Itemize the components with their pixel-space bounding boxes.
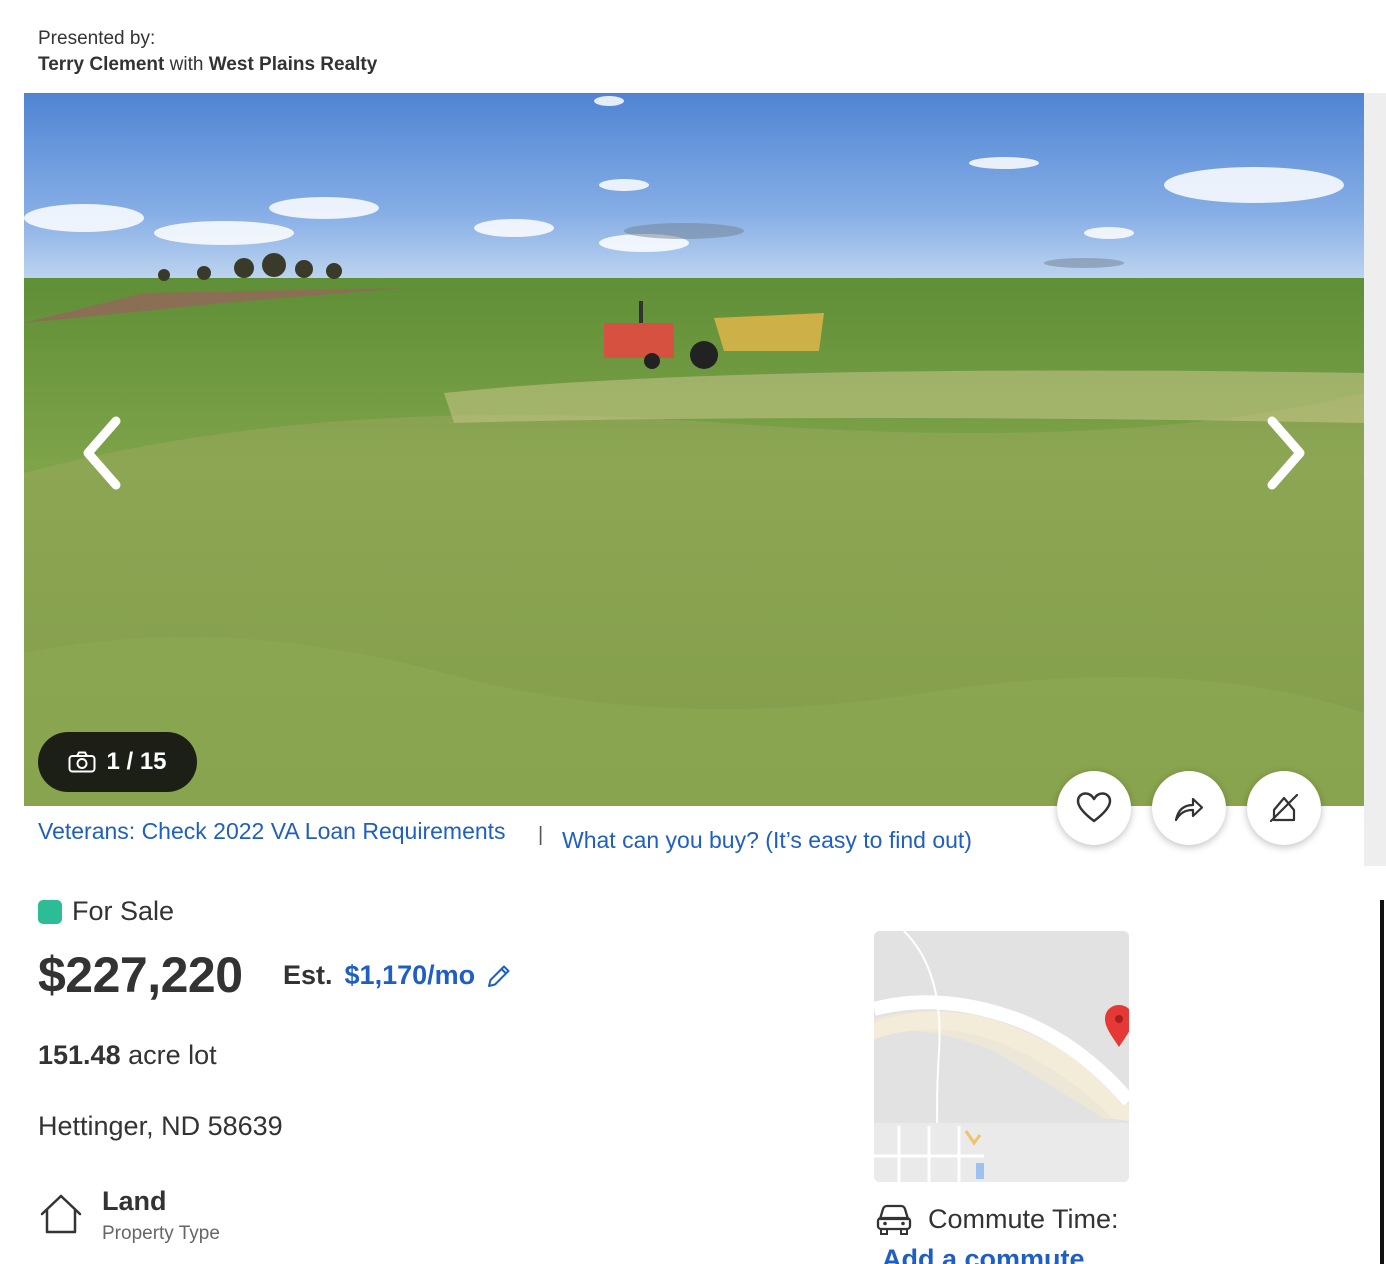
buying-power-link[interactable]: What can you buy? (It’s easy to find out…	[562, 827, 972, 854]
brokerage-name: West Plains Realty	[208, 54, 378, 75]
presented-by: Presented by: Terry Clement with West Pl…	[38, 26, 377, 78]
pencil-icon[interactable]	[485, 962, 513, 990]
property-type-label: Property Type	[102, 1223, 220, 1244]
scrollbar-track[interactable]	[1364, 93, 1386, 866]
lot-size-unit: acre lot	[128, 1040, 217, 1070]
property-type: Land Property Type	[38, 1186, 220, 1245]
listing-photo[interactable]	[24, 93, 1364, 806]
hide-icon	[1269, 793, 1299, 823]
house-icon	[40, 1194, 82, 1234]
va-loan-link[interactable]: Veterans: Check 2022 VA Loan Requirement…	[38, 818, 506, 845]
favorite-button[interactable]	[1057, 771, 1131, 845]
property-type-value: Land	[102, 1186, 167, 1216]
agent-name: Terry Clement	[38, 54, 165, 75]
heart-icon	[1076, 792, 1112, 823]
map-thumbnail[interactable]	[874, 931, 1129, 1182]
presented-with: with	[169, 54, 204, 75]
status-label: For Sale	[72, 896, 175, 926]
page-divider	[1380, 900, 1384, 1264]
lot-size: 151.48 acre lot	[38, 1040, 217, 1071]
est-payment-amount[interactable]: $1,170/mo	[345, 960, 476, 991]
car-icon	[876, 1204, 912, 1235]
share-button[interactable]	[1152, 771, 1226, 845]
chevron-right-icon[interactable]	[1254, 413, 1314, 493]
status-indicator-icon	[38, 899, 62, 924]
photo-count-badge[interactable]: 1 / 15	[38, 732, 197, 792]
presented-by-label: Presented by:	[38, 28, 156, 49]
add-commute-link[interactable]: Add a commute	[882, 1244, 1085, 1264]
listing-price: $227,220	[38, 947, 243, 1003]
camera-icon	[68, 751, 96, 773]
listing-status: For Sale	[38, 896, 174, 927]
photo-gallery[interactable]: 1 / 15	[24, 93, 1364, 806]
estimated-payment: Est. $1,170/mo	[283, 960, 513, 991]
commute-label: Commute Time:	[928, 1203, 1119, 1234]
commute-time: Commute Time:	[876, 1203, 1119, 1235]
chevron-left-icon[interactable]	[74, 413, 134, 493]
lot-size-value: 151.48	[38, 1040, 121, 1070]
hide-button[interactable]	[1247, 771, 1321, 845]
photo-counter-text: 1 / 15	[106, 748, 167, 775]
listing-address: Hettinger, ND 58639	[38, 1111, 283, 1141]
link-separator: |	[538, 824, 544, 846]
share-icon	[1174, 797, 1204, 822]
est-label: Est.	[283, 960, 333, 990]
